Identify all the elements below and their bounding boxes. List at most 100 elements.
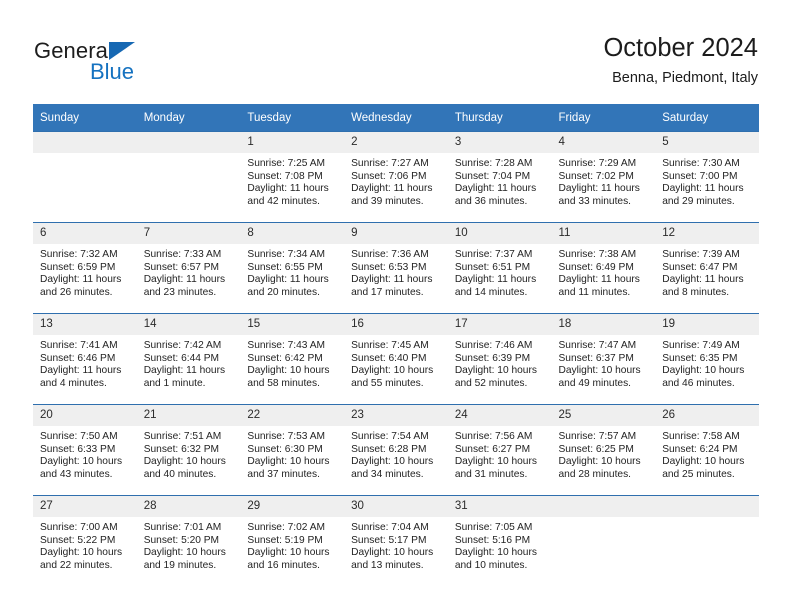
sunset-text: Sunset: 5:20 PM	[143, 534, 220, 546]
calendar-day-cell[interactable]: 21 Sunrise: 7:51 AM Sunset: 6:32 PM Dayligh…	[136, 404, 241, 496]
day-details: Sunrise: 7:28 AM Sunset: 7:04 PM Daylight:…	[448, 153, 552, 208]
weekday-header-sunday: Sunday	[33, 104, 137, 132]
sunset-text: Sunset: 7:08 PM	[247, 170, 323, 182]
day-number: 15	[240, 314, 345, 335]
sunrise-text: Sunrise: 7:37 AM	[454, 249, 533, 260]
daylight-text: and 29 minutes.	[662, 195, 735, 207]
sunset-text: Sunset: 6:37 PM	[558, 352, 634, 364]
daylight-text: and 1 minute.	[143, 377, 206, 389]
calendar-cell-empty	[655, 495, 759, 586]
day-number: 16	[344, 314, 448, 335]
calendar-day-cell[interactable]: 24 Sunrise: 7:56 AM Sunset: 6:27 PM Dayligh…	[447, 404, 552, 496]
daylight-text: and 46 minutes.	[662, 377, 735, 389]
calendar-day-cell[interactable]: 29 Sunrise: 7:02 AM Sunset: 5:19 PM Dayligh…	[240, 495, 345, 586]
day-number: 21	[136, 405, 241, 426]
daylight-text: and 42 minutes.	[247, 195, 320, 207]
day-details: Sunrise: 7:51 AM Sunset: 6:32 PM Daylight:…	[137, 426, 241, 481]
day-details: Sunrise: 7:00 AM Sunset: 5:22 PM Daylight:…	[33, 517, 137, 572]
calendar-day-cell[interactable]: 31 Sunrise: 7:05 AM Sunset: 5:16 PM Dayligh…	[447, 495, 552, 586]
calendar-day-cell[interactable]: 12 Sunrise: 7:39 AM Sunset: 6:47 PM Dayligh…	[655, 222, 759, 314]
calendar-day-cell[interactable]: 20 Sunrise: 7:50 AM Sunset: 6:33 PM Dayligh…	[33, 404, 137, 496]
sunset-text: Sunset: 6:59 PM	[40, 261, 116, 273]
sunset-text: Sunset: 6:40 PM	[351, 352, 427, 364]
calendar-day-cell[interactable]: 28 Sunrise: 7:01 AM Sunset: 5:20 PM Dayligh…	[136, 495, 241, 586]
calendar-day-cell[interactable]: 8 Sunrise: 7:34 AM Sunset: 6:55 PM Daylight…	[240, 222, 345, 314]
daylight-text: Daylight: 10 hours	[351, 365, 434, 377]
daylight-text: Daylight: 11 hours	[662, 274, 744, 286]
day-number: 24	[447, 405, 552, 426]
daylight-text: Daylight: 11 hours	[454, 183, 537, 195]
calendar-day-cell[interactable]: 16 Sunrise: 7:45 AM Sunset: 6:40 PM Dayligh…	[344, 313, 448, 405]
daylight-text: and 49 minutes.	[558, 377, 632, 389]
calendar-day-cell[interactable]: 7 Sunrise: 7:33 AM Sunset: 6:57 PM Daylight…	[136, 222, 241, 314]
calendar-day-cell[interactable]: 27 Sunrise: 7:00 AM Sunset: 5:22 PM Dayligh…	[33, 495, 137, 586]
daylight-text: Daylight: 10 hours	[247, 365, 330, 377]
day-number: 19	[655, 314, 759, 335]
calendar-day-cell[interactable]: 26 Sunrise: 7:58 AM Sunset: 6:24 PM Dayligh…	[655, 404, 759, 496]
page-subtitle: Benna, Piedmont, Italy	[612, 70, 758, 86]
daylight-text: and 39 minutes.	[351, 195, 424, 207]
daylight-text: Daylight: 11 hours	[143, 365, 226, 377]
day-details: Sunrise: 7:53 AM Sunset: 6:30 PM Daylight:…	[240, 426, 344, 481]
daylight-text: and 4 minutes.	[40, 377, 107, 389]
day-number	[551, 496, 656, 517]
calendar-day-cell[interactable]: 2 Sunrise: 7:27 AM Sunset: 7:06 PM Daylight…	[344, 131, 448, 223]
sunset-text: Sunset: 6:39 PM	[454, 352, 531, 364]
daylight-text: Daylight: 10 hours	[143, 456, 226, 468]
calendar-day-cell[interactable]: 1 Sunrise: 7:25 AM Sunset: 7:08 PM Daylight…	[240, 131, 345, 223]
sunset-text: Sunset: 6:55 PM	[247, 261, 323, 273]
day-number: 22	[240, 405, 345, 426]
daylight-text: and 13 minutes.	[351, 559, 424, 571]
calendar-day-cell[interactable]: 25 Sunrise: 7:57 AM Sunset: 6:25 PM Dayligh…	[551, 404, 656, 496]
weekday-header-monday: Monday	[136, 104, 241, 132]
sunrise-text: Sunrise: 7:00 AM	[40, 522, 118, 533]
sunset-text: Sunset: 7:00 PM	[662, 170, 738, 182]
daylight-text: and 37 minutes.	[247, 468, 320, 480]
calendar-day-cell[interactable]: 30 Sunrise: 7:04 AM Sunset: 5:17 PM Dayligh…	[344, 495, 448, 586]
day-number: 27	[33, 496, 137, 517]
day-details: Sunrise: 7:56 AM Sunset: 6:27 PM Daylight:…	[448, 426, 552, 481]
day-number: 1	[240, 132, 345, 153]
day-details: Sunrise: 7:34 AM Sunset: 6:55 PM Daylight:…	[240, 244, 344, 299]
daylight-text: and 23 minutes.	[143, 286, 217, 298]
day-number	[655, 496, 759, 517]
sunrise-text: Sunrise: 7:58 AM	[662, 431, 740, 442]
daylight-text: and 28 minutes.	[558, 468, 632, 480]
calendar-day-cell[interactable]: 22 Sunrise: 7:53 AM Sunset: 6:30 PM Dayligh…	[240, 404, 345, 496]
sunrise-text: Sunrise: 7:34 AM	[247, 249, 325, 260]
calendar-day-cell[interactable]: 15 Sunrise: 7:43 AM Sunset: 6:42 PM Dayligh…	[240, 313, 345, 405]
calendar-day-cell[interactable]: 19 Sunrise: 7:49 AM Sunset: 6:35 PM Dayligh…	[655, 313, 759, 405]
calendar-day-cell[interactable]: 6 Sunrise: 7:32 AM Sunset: 6:59 PM Daylight…	[33, 222, 137, 314]
calendar-day-cell[interactable]: 5 Sunrise: 7:30 AM Sunset: 7:00 PM Daylight…	[655, 131, 759, 223]
day-details: Sunrise: 7:42 AM Sunset: 6:44 PM Daylight:…	[137, 335, 241, 390]
day-details: Sunrise: 7:46 AM Sunset: 6:39 PM Daylight:…	[448, 335, 552, 390]
calendar-day-cell[interactable]: 17 Sunrise: 7:46 AM Sunset: 6:39 PM Dayligh…	[447, 313, 552, 405]
sunset-text: Sunset: 6:42 PM	[247, 352, 323, 364]
calendar-day-cell[interactable]: 3 Sunrise: 7:28 AM Sunset: 7:04 PM Daylight…	[447, 131, 552, 223]
sunrise-text: Sunrise: 7:43 AM	[247, 340, 325, 351]
daylight-text: Daylight: 10 hours	[454, 547, 537, 559]
calendar-day-cell[interactable]: 9 Sunrise: 7:36 AM Sunset: 6:53 PM Daylight…	[344, 222, 448, 314]
calendar-day-cell[interactable]: 10 Sunrise: 7:37 AM Sunset: 6:51 PM Dayligh…	[447, 222, 552, 314]
daylight-text: Daylight: 11 hours	[558, 274, 640, 286]
sunrise-text: Sunrise: 7:47 AM	[558, 340, 637, 351]
page-title: October 2024	[603, 34, 758, 62]
calendar-day-cell[interactable]: 4 Sunrise: 7:29 AM Sunset: 7:02 PM Daylight…	[551, 131, 656, 223]
daylight-text: Daylight: 10 hours	[558, 456, 641, 468]
calendar-day-cell[interactable]: 23 Sunrise: 7:54 AM Sunset: 6:28 PM Dayligh…	[344, 404, 448, 496]
day-number: 11	[551, 223, 656, 244]
calendar-day-cell[interactable]: 18 Sunrise: 7:47 AM Sunset: 6:37 PM Dayligh…	[551, 313, 656, 405]
sunset-text: Sunset: 6:49 PM	[558, 261, 634, 273]
calendar-week-row: 13 Sunrise: 7:41 AM Sunset: 6:46 PM Dayligh…	[33, 313, 759, 405]
sunrise-text: Sunrise: 7:36 AM	[351, 249, 429, 260]
day-number	[33, 132, 137, 153]
calendar-day-cell[interactable]: 11 Sunrise: 7:38 AM Sunset: 6:49 PM Dayligh…	[551, 222, 656, 314]
calendar-day-cell[interactable]: 13 Sunrise: 7:41 AM Sunset: 6:46 PM Dayligh…	[33, 313, 137, 405]
day-details	[33, 153, 137, 158]
day-number: 23	[344, 405, 448, 426]
sunrise-text: Sunrise: 7:25 AM	[247, 158, 325, 169]
day-details	[655, 517, 759, 522]
calendar-day-cell[interactable]: 14 Sunrise: 7:42 AM Sunset: 6:44 PM Dayligh…	[136, 313, 241, 405]
day-number: 31	[447, 496, 552, 517]
day-details: Sunrise: 7:49 AM Sunset: 6:35 PM Daylight:…	[655, 335, 759, 390]
